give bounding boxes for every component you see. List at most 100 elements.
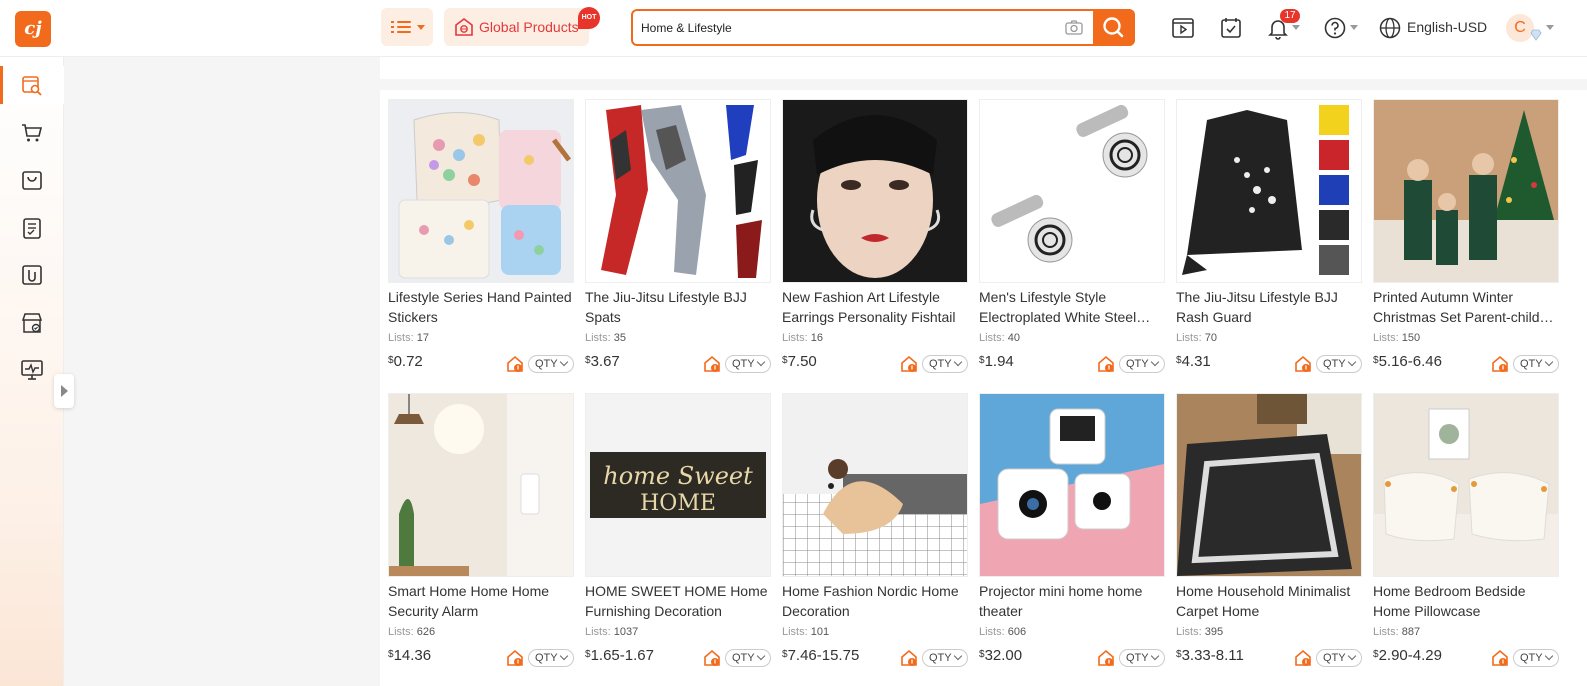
- sidebar-item-product-search[interactable]: [0, 66, 64, 104]
- quantity-dropdown[interactable]: QTY: [1119, 649, 1165, 667]
- add-to-store-icon[interactable]: [1294, 355, 1312, 373]
- product-image-cufflinks[interactable]: [979, 99, 1165, 283]
- product-title[interactable]: Home Bedroom Bedside Home Pillowcase: [1373, 581, 1557, 621]
- quantity-dropdown[interactable]: QTY: [1316, 355, 1362, 373]
- add-to-store-icon[interactable]: [703, 355, 721, 373]
- product-search-icon: [22, 76, 42, 96]
- product-price: $3.67: [585, 353, 620, 370]
- product-title[interactable]: Projector mini home home theater: [979, 581, 1163, 621]
- quantity-dropdown[interactable]: QTY: [1513, 649, 1559, 667]
- chevron-down-icon: [953, 651, 963, 661]
- add-to-store-icon[interactable]: [900, 649, 918, 667]
- product-card[interactable]: Printed Autumn Winter Christmas Set Pare…: [1373, 99, 1559, 389]
- product-title[interactable]: Home Fashion Nordic Home Decoration: [782, 581, 966, 621]
- add-to-store-icon[interactable]: [900, 355, 918, 373]
- product-title[interactable]: New Fashion Art Lifestyle Earrings Perso…: [782, 287, 966, 327]
- add-to-store-icon[interactable]: [1491, 355, 1509, 373]
- add-to-store-icon[interactable]: [1294, 649, 1312, 667]
- camera-icon[interactable]: [1065, 20, 1083, 35]
- globe-icon[interactable]: [1378, 16, 1402, 40]
- product-image-carpet[interactable]: [1176, 393, 1362, 577]
- add-to-store-icon[interactable]: [506, 649, 524, 667]
- chevron-down-icon[interactable]: [1350, 25, 1358, 30]
- product-card[interactable]: Lifestyle Series Hand Painted Stickers L…: [388, 99, 574, 389]
- quantity-dropdown[interactable]: QTY: [1316, 649, 1362, 667]
- search-button[interactable]: [1093, 9, 1135, 46]
- global-products-button[interactable]: Global Products: [444, 8, 589, 46]
- sidebar-item-store[interactable]: [0, 304, 64, 342]
- product-card[interactable]: Home Fashion Nordic Home Decoration List…: [782, 393, 968, 683]
- product-image-spats[interactable]: [585, 99, 771, 283]
- analytics-monitor-icon: [21, 360, 43, 380]
- chevron-down-icon: [756, 357, 766, 367]
- product-title[interactable]: Men's Lifestyle Style Electroplated Whit…: [979, 287, 1163, 327]
- product-title[interactable]: Home Household Minimalist Carpet Home: [1176, 581, 1360, 621]
- product-card[interactable]: Smart Home Home Home Security Alarm List…: [388, 393, 574, 683]
- vip-gem-icon: [1530, 29, 1542, 41]
- sidebar-item-sourcing[interactable]: [0, 256, 64, 294]
- product-image-stickers[interactable]: [388, 99, 574, 283]
- product-title[interactable]: HOME SWEET HOME Home Furnishing Decorati…: [585, 581, 769, 621]
- product-title[interactable]: The Jiu-Jitsu Lifestyle BJJ Rash Guard: [1176, 287, 1360, 327]
- category-menu-button[interactable]: [381, 8, 433, 46]
- product-title[interactable]: Smart Home Home Home Security Alarm: [388, 581, 572, 621]
- product-image-alarm[interactable]: [388, 393, 574, 577]
- lists-count: Lists: 70: [1176, 332, 1217, 344]
- chevron-down-icon[interactable]: [1546, 25, 1554, 30]
- search-input[interactable]: [641, 11, 1051, 44]
- quantity-dropdown[interactable]: QTY: [528, 649, 574, 667]
- quantity-dropdown[interactable]: QTY: [922, 355, 968, 373]
- add-to-store-icon[interactable]: [1097, 649, 1115, 667]
- product-card[interactable]: Home Household Minimalist Carpet Home Li…: [1176, 393, 1362, 683]
- product-card[interactable]: New Fashion Art Lifestyle Earrings Perso…: [782, 99, 968, 389]
- product-image-projector[interactable]: [979, 393, 1165, 577]
- product-title[interactable]: Printed Autumn Winter Christmas Set Pare…: [1373, 287, 1557, 327]
- chevron-down-icon: [1347, 651, 1357, 661]
- quantity-dropdown[interactable]: QTY: [1513, 355, 1559, 373]
- calendar-check-icon[interactable]: [1219, 16, 1243, 40]
- product-card[interactable]: Projector mini home home theater Lists: …: [979, 393, 1165, 683]
- notification-count-badge: 17: [1280, 9, 1300, 23]
- product-title[interactable]: The Jiu-Jitsu Lifestyle BJJ Spats: [585, 287, 769, 327]
- product-image-sign[interactable]: home Sweet HOME: [585, 393, 771, 577]
- chevron-down-icon: [559, 651, 569, 661]
- product-image-earrings[interactable]: [782, 99, 968, 283]
- add-to-store-icon[interactable]: [1097, 355, 1115, 373]
- product-image-pillows[interactable]: [1373, 393, 1559, 577]
- product-price: $14.36: [388, 647, 432, 664]
- lists-count: Lists: 16: [782, 332, 823, 344]
- product-image-rashguard[interactable]: [1176, 99, 1362, 283]
- quantity-dropdown[interactable]: QTY: [725, 355, 771, 373]
- language-currency-selector[interactable]: English-USD: [1407, 19, 1487, 35]
- product-card[interactable]: Men's Lifestyle Style Electroplated Whit…: [979, 99, 1165, 389]
- product-price: $4.31: [1176, 353, 1211, 370]
- quantity-dropdown[interactable]: QTY: [528, 355, 574, 373]
- product-card[interactable]: The Jiu-Jitsu Lifestyle BJJ Spats Lists:…: [585, 99, 771, 389]
- product-card[interactable]: Home Bedroom Bedside Home Pillowcase Lis…: [1373, 393, 1559, 683]
- add-to-store-icon[interactable]: [506, 355, 524, 373]
- sidebar-item-orders[interactable]: [0, 209, 64, 247]
- help-icon[interactable]: [1323, 16, 1347, 40]
- product-card[interactable]: home Sweet HOME HOME SWEET HOME Home Fur…: [585, 393, 771, 683]
- chevron-down-icon: [1544, 357, 1554, 367]
- quantity-dropdown[interactable]: QTY: [922, 649, 968, 667]
- product-image-mouse[interactable]: [782, 393, 968, 577]
- quantity-dropdown[interactable]: QTY: [725, 649, 771, 667]
- sidebar-item-shopping-bag[interactable]: [0, 161, 64, 199]
- sidebar-item-cart[interactable]: [0, 114, 64, 152]
- lists-count: Lists: 40: [979, 332, 1020, 344]
- chevron-down-icon: [953, 357, 963, 367]
- product-image-christmas[interactable]: [1373, 99, 1559, 283]
- svg-text:home Sweet: home Sweet: [603, 462, 753, 490]
- cj-logo[interactable]: cj: [15, 11, 51, 47]
- add-to-store-icon[interactable]: [1491, 649, 1509, 667]
- product-card[interactable]: The Jiu-Jitsu Lifestyle BJJ Rash Guard L…: [1176, 99, 1362, 389]
- order-list-icon: [23, 218, 41, 239]
- product-price: $5.16-6.46: [1373, 353, 1442, 370]
- chevron-down-icon[interactable]: [1292, 25, 1300, 30]
- product-title[interactable]: Lifestyle Series Hand Painted Stickers: [388, 287, 572, 327]
- video-icon[interactable]: [1171, 16, 1195, 40]
- sidebar-expand-toggle[interactable]: [54, 374, 74, 408]
- quantity-dropdown[interactable]: QTY: [1119, 355, 1165, 373]
- add-to-store-icon[interactable]: [703, 649, 721, 667]
